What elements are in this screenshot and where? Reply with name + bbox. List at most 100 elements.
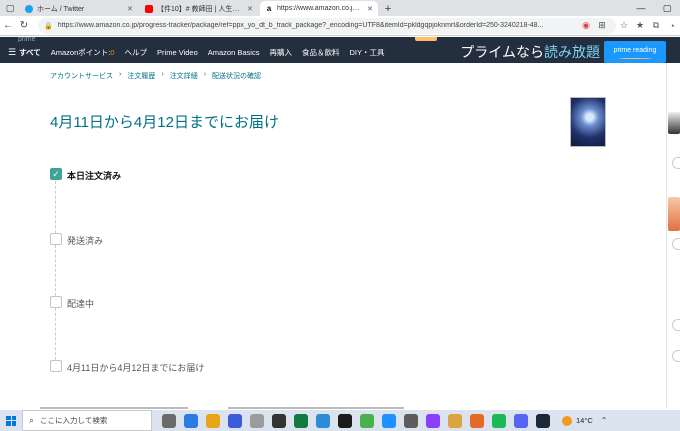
nav-food-drink[interactable]: 食品＆飲料	[302, 47, 340, 58]
delivery-heading: 4月11日から4月12日までにお届け	[50, 114, 279, 131]
taskbar-app-icon[interactable]	[294, 413, 308, 428]
sidebar-button[interactable]	[672, 238, 680, 250]
taskbar-app-icon[interactable]	[162, 413, 176, 428]
breadcrumb-separator: ›	[161, 71, 164, 78]
taskbar-app-icon[interactable]	[404, 413, 418, 428]
tab-title: ホーム / Twitter	[37, 5, 85, 13]
timeline-step-box	[50, 233, 62, 245]
content-edge	[228, 407, 404, 409]
favorite-star-icon[interactable]: ☆	[616, 20, 632, 31]
weather-widget[interactable]: 14°C	[562, 415, 593, 426]
browser-tab-bar: ▢ ホーム / Twitter ✕ 【件10】# 教師田 | 人生で最も影響 ✕…	[0, 0, 680, 16]
taskbar-app-icon[interactable]	[448, 413, 462, 428]
all-menu-label: すべて	[19, 48, 41, 57]
prime-reading-logo[interactable]: prime reading	[604, 41, 666, 63]
windows-taskbar: ⌕ ここに入力して検索 14°C ⌃	[0, 410, 680, 431]
nav-prime-video[interactable]: Prime Video	[157, 48, 198, 57]
favorites-bar-icon[interactable]: ★	[632, 20, 648, 31]
windows-logo-icon	[6, 415, 16, 426]
youtube-favicon-icon	[145, 4, 153, 13]
start-button[interactable]	[0, 410, 22, 431]
breadcrumb-track-package[interactable]: 配送状況の確認	[212, 71, 261, 81]
nav-buy-again[interactable]: 再購入	[269, 47, 292, 58]
taskbar-app-icon[interactable]	[382, 413, 396, 428]
sidebar-button[interactable]	[672, 157, 680, 169]
breadcrumb-order-history[interactable]: 注文履歴	[127, 71, 155, 81]
timeline-step-shipped: 発送済み	[67, 236, 104, 246]
taskbar-app-icon[interactable]	[206, 413, 220, 428]
nav-points[interactable]: Amazonポイント:0	[51, 47, 115, 58]
tab-close-icon[interactable]: ✕	[367, 5, 373, 13]
profile-icon[interactable]: ◔	[664, 21, 680, 31]
tab-title: 【件10】# 教師田 | 人生で最も影響	[157, 5, 243, 13]
back-arrow-icon[interactable]: ←	[0, 20, 16, 31]
breadcrumb: アカウントサービス › 注文履歴 › 注文詳細 › 配送状況の確認	[50, 71, 261, 81]
search-button-edge[interactable]	[415, 37, 437, 41]
new-tab-button[interactable]: +	[380, 3, 396, 15]
breadcrumb-order-details[interactable]: 注文詳細	[170, 71, 198, 81]
points-label: Amazonポイント:	[50, 48, 111, 57]
taskbar-app-icon[interactable]	[360, 413, 374, 428]
all-menu-button[interactable]: ☰ すべて	[8, 47, 41, 58]
taskbar-app-icon[interactable]	[250, 413, 264, 428]
weather-temp: 14°C	[576, 416, 593, 425]
timeline-connector	[55, 245, 56, 296]
breadcrumb-account-service[interactable]: アカウントサービス	[50, 71, 113, 81]
tray-chevron-icon[interactable]: ⌃	[601, 416, 608, 425]
timeline-connector	[55, 308, 56, 360]
minimize-icon[interactable]: —	[628, 0, 654, 16]
nav-help[interactable]: ヘルプ	[125, 47, 148, 58]
prime-reading-banner[interactable]: プライムなら読み放題	[460, 42, 600, 63]
sidebar-button[interactable]	[672, 319, 680, 331]
tab-close-icon[interactable]: ✕	[127, 5, 133, 13]
reload-icon[interactable]: ↻	[16, 20, 32, 31]
timeline-step-ordered: 本日注文済み	[67, 171, 122, 181]
amazon-favicon-icon: a	[265, 3, 273, 13]
timeline-step-box	[50, 360, 62, 372]
twitter-favicon-icon	[25, 4, 33, 13]
taskbar-app-icon[interactable]	[514, 413, 528, 428]
breadcrumb-separator: ›	[119, 71, 122, 78]
nav-amazon-basics[interactable]: Amazon Basics	[208, 48, 260, 57]
tab-title: https://www.amazon.co.jp/progr	[277, 5, 363, 12]
banner-highlight: 読み放題	[544, 44, 600, 60]
lock-icon: 🔒	[44, 22, 53, 30]
sun-icon	[562, 415, 572, 426]
hamburger-icon: ☰	[8, 47, 17, 57]
tab-youtube[interactable]: 【件10】# 教師田 | 人生で最も影響 ✕	[140, 1, 258, 16]
collections-icon[interactable]: ⧉	[648, 20, 664, 31]
taskbar-app-icon[interactable]	[272, 413, 286, 428]
sidebar-button[interactable]	[672, 350, 680, 362]
tab-actions-icon[interactable]: ▢	[0, 0, 20, 16]
taskbar-app-icon[interactable]	[492, 413, 506, 428]
taskbar-app-icon[interactable]	[338, 413, 352, 428]
timeline-check-icon: ✓	[50, 168, 62, 180]
nav-diy-tools[interactable]: DIY・工具	[349, 47, 384, 58]
breadcrumb-separator: ›	[203, 71, 207, 78]
points-value: 0	[110, 48, 115, 57]
maximize-icon[interactable]: ▢	[654, 0, 680, 16]
address-bar-row: ← ↻ 🔒 https://www.amazon.co.jp/progress-…	[0, 16, 680, 36]
reader-icon[interactable]: ⊞	[594, 20, 610, 31]
sidebar-product-image[interactable]	[668, 197, 680, 231]
taskbar-app-icon[interactable]	[470, 413, 484, 428]
timeline-step-out-for-delivery: 配達中	[67, 299, 95, 309]
taskbar-app-icon[interactable]	[426, 413, 440, 428]
tab-amazon[interactable]: a https://www.amazon.co.jp/progr ✕	[260, 1, 378, 16]
search-icon: ⌕	[29, 415, 35, 425]
taskbar-app-icon[interactable]	[536, 413, 550, 428]
taskbar-app-icon[interactable]	[316, 413, 330, 428]
sidebar-product-image[interactable]	[668, 112, 680, 134]
taskbar-app-icon[interactable]	[228, 413, 242, 428]
window-controls: — ▢	[628, 0, 680, 16]
taskbar-app-icon[interactable]	[184, 413, 198, 428]
search-placeholder: ここに入力して検索	[40, 416, 108, 425]
url-field[interactable]: 🔒 https://www.amazon.co.jp/progress-trac…	[38, 17, 616, 34]
timeline-step-delivery-date: 4月11日から4月12日までにお届け	[67, 363, 205, 373]
taskbar-search[interactable]: ⌕ ここに入力して検索	[22, 410, 152, 431]
tab-twitter[interactable]: ホーム / Twitter ✕	[20, 1, 138, 16]
timeline-connector	[55, 181, 56, 233]
extension-icon[interactable]: ◉	[578, 20, 594, 31]
tab-close-icon[interactable]: ✕	[247, 5, 253, 13]
product-thumbnail[interactable]	[570, 97, 606, 147]
